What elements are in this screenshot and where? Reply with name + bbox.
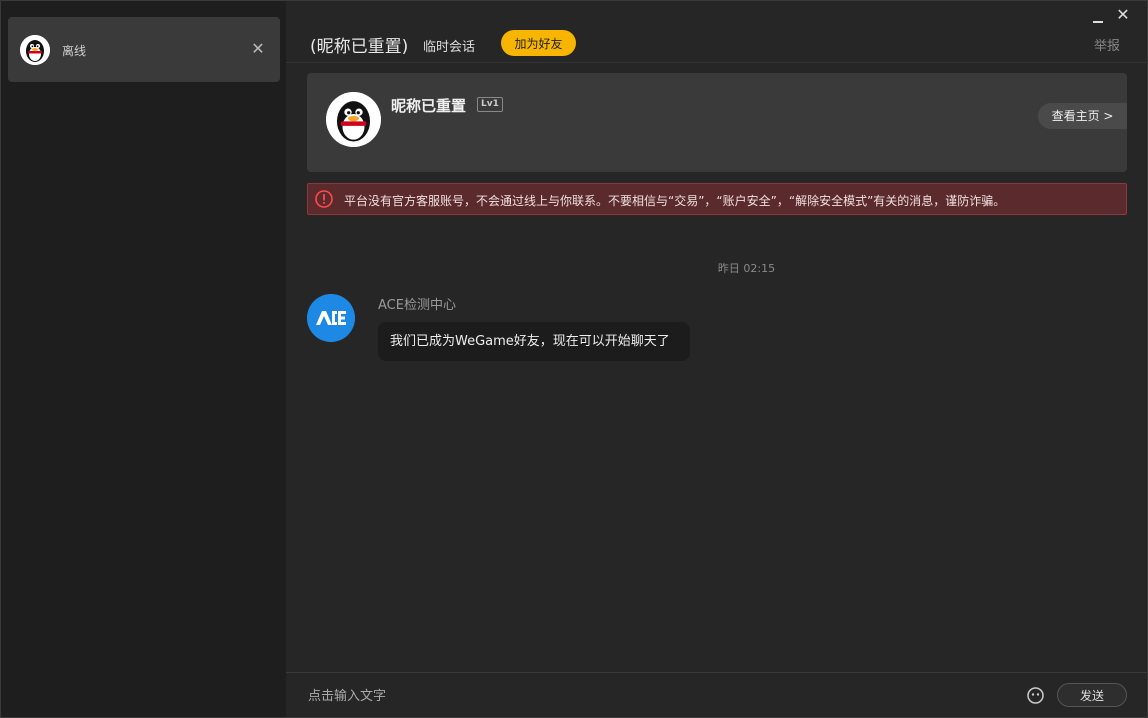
- profile-avatar[interactable]: [326, 92, 381, 147]
- input-area: 发送: [286, 672, 1147, 717]
- message-input[interactable]: [308, 684, 1008, 708]
- message-sender: ACE检测中心: [378, 298, 456, 313]
- chat-main: (昵称已重置) 临时会话 加为好友 ✕ 举报 昵称已重置 Lv1 查看主页 > …: [286, 1, 1147, 717]
- minimize-icon[interactable]: [1091, 7, 1105, 27]
- chat-header: (昵称已重置) 临时会话 加为好友 ✕ 举报: [286, 1, 1147, 63]
- contact-title: (昵称已重置): [310, 37, 409, 57]
- warning-text: 平台没有官方客服账号，不会通过线上与你联系。不要相信与“交易”，“账户安全”，“…: [344, 194, 1006, 208]
- send-button[interactable]: 发送: [1057, 683, 1127, 707]
- warning-icon: [315, 190, 333, 208]
- profile-card: 昵称已重置 Lv1 查看主页 >: [307, 73, 1127, 172]
- message-timestamp: 昨日 02:15: [717, 262, 776, 275]
- report-link[interactable]: 举报: [1094, 35, 1120, 54]
- close-conversation-icon[interactable]: ✕: [248, 39, 268, 59]
- qq-penguin-icon: [326, 92, 381, 147]
- emoji-icon[interactable]: [1027, 687, 1044, 704]
- profile-name: 昵称已重置: [391, 97, 467, 115]
- fraud-warning-banner: 平台没有官方客服账号，不会通过线上与你联系。不要相信与“交易”，“账户安全”，“…: [307, 183, 1127, 215]
- window-close-icon[interactable]: ✕: [1115, 5, 1131, 25]
- sidebar: 离线 ✕: [1, 1, 286, 717]
- level-badge: Lv1: [477, 97, 503, 112]
- message-bubble: 我们已成为WeGame好友，现在可以开始聊天了: [378, 322, 690, 361]
- conversation-status: 离线: [62, 44, 87, 58]
- add-friend-button[interactable]: 加为好友: [501, 30, 576, 56]
- view-homepage-button[interactable]: 查看主页 >: [1038, 103, 1127, 129]
- conversation-item[interactable]: 离线 ✕: [8, 17, 280, 82]
- ace-logo-icon[interactable]: [307, 294, 355, 342]
- chat-window: 离线 ✕ (昵称已重置) 临时会话 加为好友 ✕ 举报 昵称已重置 Lv1 查看…: [0, 0, 1148, 718]
- qq-penguin-icon: [20, 35, 50, 65]
- session-type: 临时会话: [423, 40, 476, 55]
